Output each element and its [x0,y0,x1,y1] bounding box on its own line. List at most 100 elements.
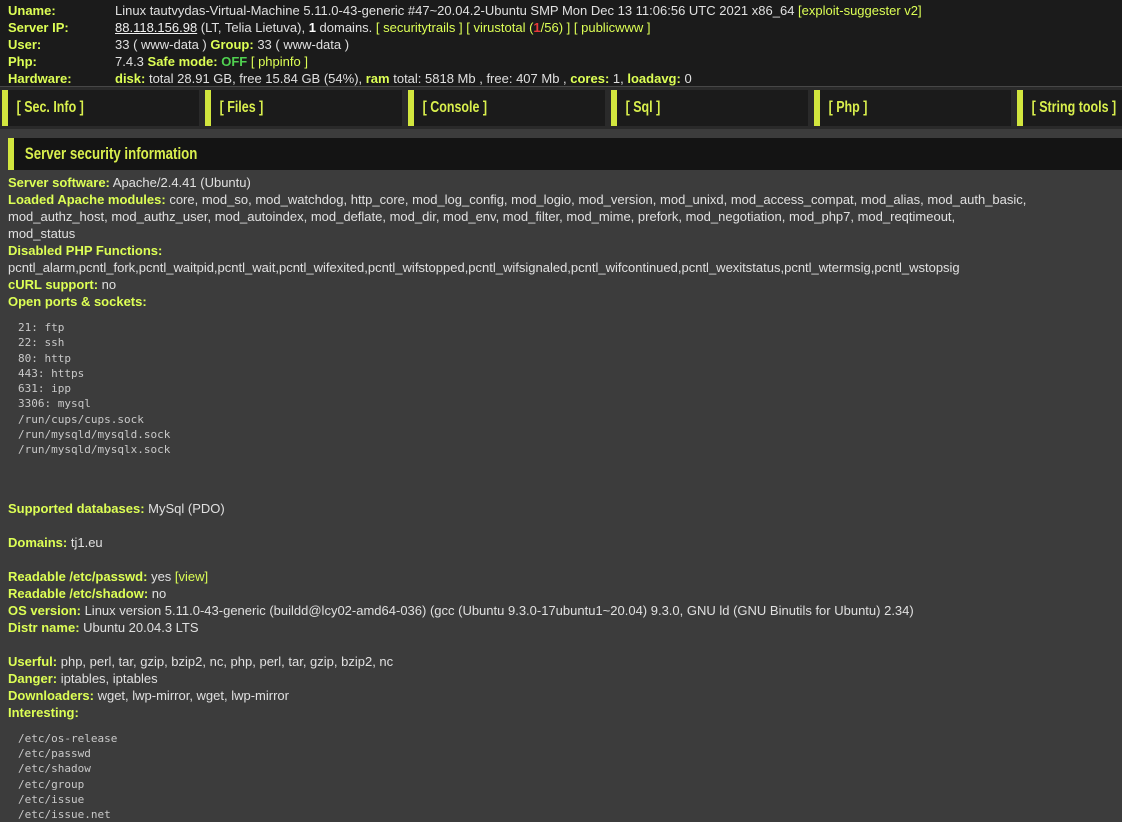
header-row-label: Hardware: [8,70,115,87]
downloaders-line: Downloaders: wget, lwp-mirror, wget, lwp… [8,687,1122,704]
open-ports-block: 21: ftp22: ssh80: http443: https631: ipp… [8,320,1122,458]
text-segment: cores: [570,71,609,86]
text-segment: Loaded Apache modules: [8,192,166,207]
publicwww-link[interactable]: [ publicwww ] [574,20,651,35]
header-row: Hardware:disk: total 28.91 GB, free 15.8… [8,70,1122,87]
text-segment: Downloaders: [8,688,94,703]
text-segment: no [148,586,166,601]
text-segment: OFF [218,54,248,69]
disabled-php-functions-label: Disabled PHP Functions: [8,242,1122,259]
security-info-content: Server software: Apache/2.4.41 (Ubuntu)L… [0,170,1122,822]
curl-support-line: cURL support: no [8,276,1122,293]
securitytrails-link[interactable]: [ securitytrails ] [376,20,463,35]
text-segment: pcntl_alarm,pcntl_fork,pcntl_waitpid,pcn… [8,260,960,275]
server-ip-link[interactable]: 88.118.156.98 [115,20,197,35]
pre-line: 80: http [18,351,1122,366]
text-segment: Apache/2.4.41 (Ubuntu) [110,175,251,190]
text-segment: tj1.eu [67,535,102,550]
spacer [8,466,1122,483]
pre-line: /etc/shadow [18,761,1122,776]
apache-modules-line-2: mod_authz_host, mod_authz_user, mod_auto… [8,208,1122,225]
pre-line: /etc/passwd [18,746,1122,761]
text-segment: 33 ( www-data ) [254,37,349,52]
tab-bar: [ Sec. Info ] [ Files ] [ Console ][ Sql ]… [0,86,1122,129]
text-segment: 7.4.3 [115,54,148,69]
text-segment: Interesting: [8,705,79,720]
tab-files[interactable]: [ Files ] [205,90,402,126]
text-segment: OS version: [8,603,81,618]
danger-line: Danger: iptables, iptables [8,670,1122,687]
text-segment: Distr name: [8,620,80,635]
tab-php[interactable]: [ Php ] [814,90,1011,126]
text-segment: mod_status [8,226,75,241]
text-segment: total 28.91 GB, free 15.84 GB (54%), [145,71,365,86]
text-segment: Userful: [8,654,57,669]
pre-line: 443: https [18,366,1122,381]
tab-sec-info[interactable]: [ Sec. Info ] [2,90,199,126]
tab-label: [ Files ] [211,99,263,117]
apache-modules-line-1: Loaded Apache modules: core, mod_so, mod… [8,191,1122,208]
interesting-files-block: /etc/os-release/etc/passwd/etc/shadow/et… [8,731,1122,822]
tab-sql[interactable]: [ Sql ] [611,90,808,126]
text-segment: 1 [309,20,316,35]
phpinfo-link[interactable]: [ phpinfo ] [251,54,308,69]
text-segment: Supported databases: [8,501,145,516]
header-row-value: 33 ( www-data ) Group: 33 ( www-data ) [115,36,349,53]
spacer [8,636,1122,653]
text-segment: iptables, iptables [57,671,157,686]
text-segment: MySql (PDO) [145,501,225,516]
text-segment: Linux tautvydas-Virtual-Machine 5.11.0-4… [115,3,798,18]
text-segment: php, perl, tar, gzip, bzip2, nc, php, pe… [57,654,393,669]
pre-line: /etc/os-release [18,731,1122,746]
tab-console[interactable]: [ Console ] [408,90,605,126]
userful-line: Userful: php, perl, tar, gzip, bzip2, nc… [8,653,1122,670]
pre-line: 3306: mysql [18,396,1122,411]
text-segment: Open ports & sockets: [8,294,147,309]
text-segment: loadavg: [627,71,680,86]
virustotal-link[interactable]: [ virustotal ( [466,20,533,35]
spacer [8,517,1122,534]
text-segment: Group: [210,37,253,52]
header-row-value: 88.118.156.98 (LT, Telia Lietuva), 1 dom… [115,19,650,36]
tab-label: [ String tools ] [1023,99,1116,117]
os-version-line: OS version: Linux version 5.11.0-43-gene… [8,602,1122,619]
header-row: Uname:Linux tautvydas-Virtual-Machine 5.… [8,2,1122,19]
disabled-php-functions-list: pcntl_alarm,pcntl_fork,pcntl_waitpid,pcn… [8,259,1122,276]
header-row: Php:7.4.3 Safe mode: OFF [ phpinfo ] [8,53,1122,70]
header-row: Server IP:88.118.156.98 (LT, Telia Lietu… [8,19,1122,36]
header-row-value: 7.4.3 Safe mode: OFF [ phpinfo ] [115,53,308,70]
tab-string-tools[interactable]: [ String tools ] [1017,90,1122,126]
header-row-value: disk: total 28.91 GB, free 15.84 GB (54%… [115,70,692,87]
text-segment: disk: [115,71,145,86]
view-passwd-link[interactable]: [view] [175,569,208,584]
pre-line: /etc/issue.net [18,807,1122,822]
server-info-header: Uname:Linux tautvydas-Virtual-Machine 5.… [0,0,1122,86]
interesting-label: Interesting: [8,704,1122,721]
open-ports-label: Open ports & sockets: [8,293,1122,310]
apache-modules-line-3: mod_status [8,225,1122,242]
pre-line: /etc/group [18,777,1122,792]
text-segment: 1, [609,71,627,86]
readable-shadow-line: Readable /etc/shadow: no [8,585,1122,602]
text-segment: Readable /etc/passwd: [8,569,147,584]
text-segment: (LT, Telia Lietuva), [197,20,309,35]
pre-line: 631: ipp [18,381,1122,396]
text-segment: yes [147,569,174,584]
text-segment: total: 5818 Mb , free: 407 Mb , [390,71,571,86]
tab-label: [ Php ] [820,99,867,117]
distr-name-line: Distr name: Ubuntu 20.04.3 LTS [8,619,1122,636]
pre-line: /run/mysqld/mysqlx.sock [18,442,1122,457]
text-segment: 0 [681,71,692,86]
virustotal-link[interactable]: /56) ] [541,20,571,35]
text-segment: 33 ( www-data ) [115,37,210,52]
exploit-suggester-link[interactable]: [exploit-suggester v2] [798,3,922,18]
supported-databases-line: Supported databases: MySql (PDO) [8,500,1122,517]
text-segment: Safe mode: [148,54,218,69]
readable-passwd-line: Readable /etc/passwd: yes [view] [8,568,1122,585]
text-segment: 1 [533,20,540,35]
tab-label: [ Sec. Info ] [8,99,84,117]
spacer [8,483,1122,500]
spacer [8,551,1122,568]
text-segment: Ubuntu 20.04.3 LTS [80,620,199,635]
text-segment: mod_authz_host, mod_authz_user, mod_auto… [8,209,955,224]
